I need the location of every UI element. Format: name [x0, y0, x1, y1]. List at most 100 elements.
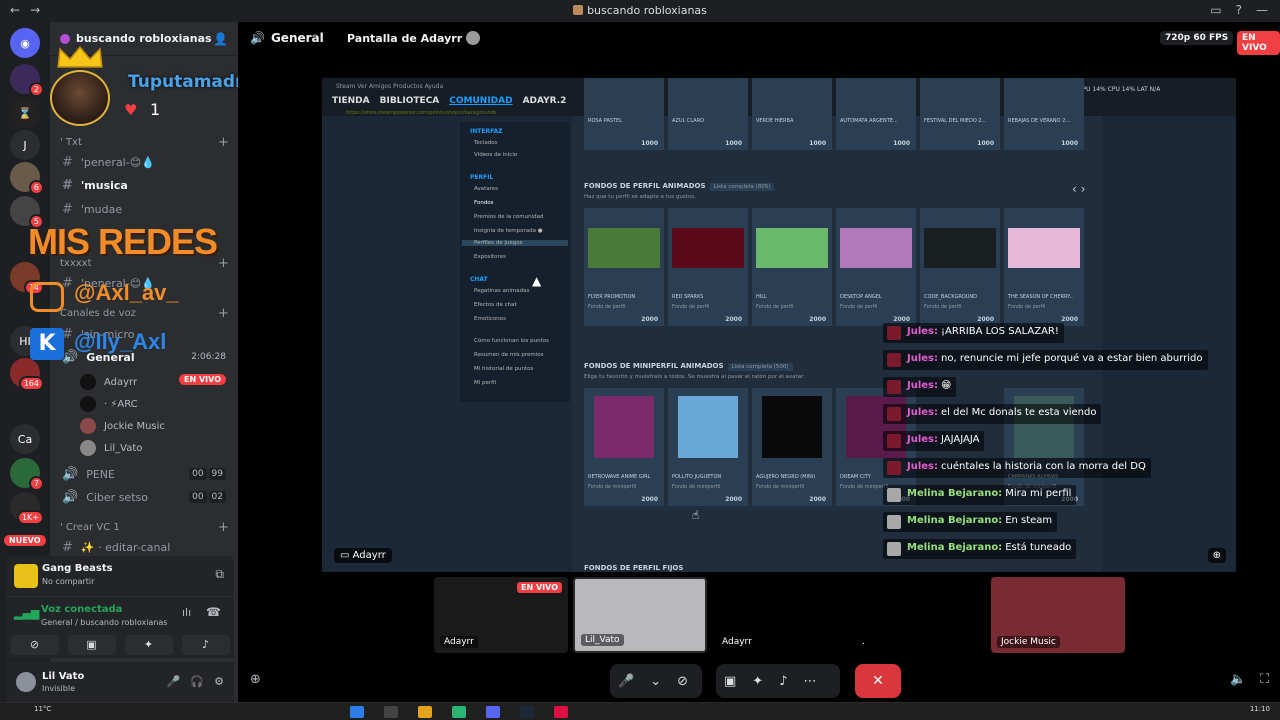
app-icon[interactable] [554, 706, 568, 718]
participant-tile[interactable]: Adayrr [712, 577, 846, 653]
avatar [887, 461, 901, 475]
thumbnail [588, 228, 660, 268]
channel-editar-canal[interactable]: # ✨ · editar-canal [62, 540, 170, 555]
weather-widget[interactable]: 11°C [34, 705, 51, 713]
server-icon[interactable]: ⌛ [10, 98, 40, 128]
camera-off-icon[interactable]: ⊘ [669, 674, 696, 689]
avatar[interactable] [14, 670, 38, 694]
leave-call-button[interactable]: ✕ [855, 664, 901, 698]
volume-icon[interactable]: 🔈 [1230, 672, 1246, 687]
user-panel: Lil Vato Invisible 🎤 🎧 ⚙ [6, 662, 234, 702]
disconnect-icon[interactable]: ☎ [206, 605, 221, 619]
share-controls[interactable]: ▣ ✦ ♪ ⋯ [716, 664, 840, 698]
server-icon[interactable]: 7 [10, 458, 44, 491]
avatar [80, 396, 96, 412]
activities-button[interactable]: ✦ [124, 635, 173, 655]
app-icon[interactable] [452, 706, 466, 718]
avatar [80, 374, 96, 390]
more-icon[interactable]: ⋯ [796, 674, 825, 689]
stream-quality[interactable]: 720p 60 FPS [1160, 31, 1234, 45]
chevron-down-icon[interactable]: ⌄ [642, 674, 669, 689]
invite-icon[interactable]: 👤 [213, 32, 228, 46]
voice-channel-ciber[interactable]: 🔊 Ciber setso [62, 490, 148, 505]
shop-card[interactable]: ROSA PASTEL 1000 [584, 78, 664, 150]
noise-suppression-icon[interactable]: ılı [182, 606, 191, 619]
shop-card[interactable]: FLYER PROMOTION Fondo de perfil 2000 [584, 208, 664, 326]
server-icon[interactable]: 6 [10, 162, 44, 195]
windows-start-icon[interactable] [350, 706, 364, 718]
add-user-icon[interactable]: ⊕ [250, 672, 261, 687]
share-screen-icon[interactable]: ⧉ [215, 567, 224, 582]
shop-card[interactable]: HILL Fondo de perfil 2000 [752, 208, 832, 326]
title-bar: ← → buscando robloxianas ▭ ? — [0, 0, 1280, 22]
channel-mudae[interactable]: #'mudae [62, 202, 122, 217]
voice-channel-pene[interactable]: 🔊 PENE [62, 467, 115, 482]
participant-tile[interactable]: EN VIVO Adayrr [434, 577, 568, 653]
discord-icon[interactable] [486, 706, 500, 718]
fullscreen-icon[interactable]: ⛶ [1260, 672, 1269, 687]
discord-app: ← → buscando robloxianas ▭ ? — ◉ 2 ⌛ J 6… [0, 0, 1280, 720]
shop-card[interactable]: POLLITO JUGUETON Fondo de miniperfil 2000 [668, 388, 748, 506]
microphone-icon[interactable]: 🎤 [167, 675, 181, 688]
tab-biblioteca[interactable]: BIBLIOTECA [380, 96, 440, 106]
help-icon[interactable]: ? [1236, 3, 1242, 17]
folder-icon[interactable] [418, 706, 432, 718]
mic-control[interactable]: 🎤 ⌄ ⊘ [610, 664, 702, 698]
shop-card[interactable]: RETROWAVE ANIME GIRL Fondo de miniperfil 2… [584, 388, 664, 506]
steam-icon[interactable] [520, 706, 534, 718]
shop-card[interactable]: FESTIVAL DEL MIEDO 2... 1000 [920, 78, 1000, 150]
headphones-icon[interactable]: 🎧 [190, 675, 204, 688]
tab-comunidad[interactable]: COMUNIDAD [449, 96, 512, 106]
shop-card[interactable]: DESKTOP ANGEL Fondo de perfil 2000 [836, 208, 916, 326]
shop-card[interactable]: AZUL CLARO 1000 [668, 78, 748, 150]
share-screen-icon[interactable]: ▣ [716, 674, 744, 689]
game-icon [14, 564, 38, 588]
shop-card[interactable]: THE SEASON OF CHERRY... Fondo de perfil 20… [1004, 208, 1084, 326]
add-channel-icon[interactable]: + [218, 306, 229, 321]
shop-card[interactable]: RED SPARKS Fondo de perfil 2000 [668, 208, 748, 326]
category-voice[interactable]: Canales de voz + [60, 306, 229, 321]
zoom-icon[interactable]: ⊕ [1207, 548, 1226, 563]
server-icon[interactable]: 1K+ [10, 492, 44, 525]
shop-card[interactable]: VERDE HIERBA 1000 [752, 78, 832, 150]
shop-card[interactable]: AUTÓMATA ARGENTE... 1000 [836, 78, 916, 150]
shop-card[interactable]: AGUJERO NEGRO (MINI) Fondo de miniperfil 2… [752, 388, 832, 506]
channel-musica[interactable]: #'musica [62, 178, 128, 193]
participant-tile[interactable]: . [852, 577, 986, 653]
activities-icon[interactable]: ✦ [744, 674, 771, 689]
category-crear-vc[interactable]: ' Crear VC 1 + [60, 520, 229, 535]
new-badge: NUEVO [4, 535, 46, 546]
search-icon[interactable] [384, 706, 398, 718]
minimize-icon[interactable]: — [1256, 3, 1268, 17]
participant-tile[interactable]: Lil_Vato [573, 577, 707, 653]
microphone-icon[interactable]: 🎤 [610, 674, 642, 689]
voice-user-jockie[interactable]: Jockie Music [80, 418, 165, 434]
server-icon[interactable]: 2 [10, 64, 44, 97]
speaker-icon: 🔊 [62, 490, 79, 505]
screen-share[interactable]: Steam Ver Amigos Productos Ayuda TIENDA … [322, 78, 1236, 572]
voice-user-arc[interactable]: · ⚡ARC [80, 396, 138, 412]
tab-tienda[interactable]: TIENDA [332, 96, 370, 106]
camera-off-button[interactable]: ⊘ [10, 635, 59, 655]
soundboard-icon[interactable]: ♪ [771, 674, 795, 689]
voice-user-adayrr[interactable]: Adayrr [80, 374, 137, 390]
server-icon[interactable]: J [10, 130, 40, 160]
participant-tile[interactable]: Jockie Music [991, 577, 1125, 653]
add-channel-icon[interactable]: + [218, 135, 229, 150]
carousel-arrows[interactable]: ‹ › [1072, 182, 1085, 196]
shop-card[interactable]: REBAJAS DE VERANO 2... 1000 [1004, 78, 1084, 150]
shop-card[interactable]: CODE_BACKGROUND Fondo de perfil 2000 [920, 208, 1000, 326]
add-channel-icon[interactable]: + [218, 520, 229, 535]
share-screen-button[interactable]: ▣ [67, 635, 116, 655]
soundboard-button[interactable]: ♪ [181, 635, 230, 655]
discord-home-icon[interactable]: ◉ [10, 28, 40, 58]
voice-user-lil-vato[interactable]: Lil_Vato [80, 440, 142, 456]
gear-icon[interactable]: ⚙ [214, 675, 224, 688]
server-icon[interactable]: 164 [10, 358, 44, 391]
server-icon[interactable]: Ca [10, 424, 40, 454]
add-channel-icon[interactable]: + [218, 256, 229, 271]
channel-general[interactable]: #'peneral-😊💧 [62, 155, 155, 170]
category-txt[interactable]: ' Txt + [60, 135, 229, 150]
tab-profile[interactable]: ADAYR.2 [523, 96, 567, 106]
inbox-icon[interactable]: ▭ [1210, 3, 1221, 17]
